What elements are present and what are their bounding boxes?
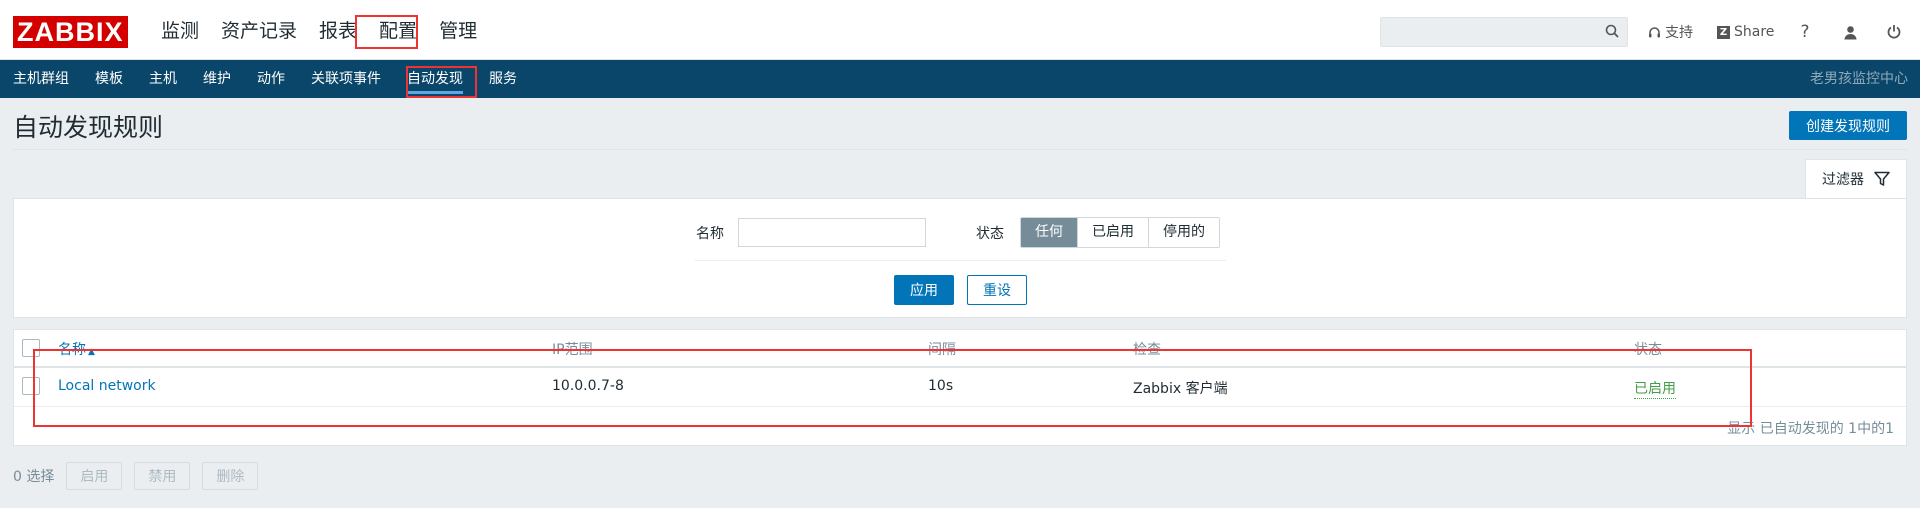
delete-selected-button[interactable]: 删除 — [202, 462, 259, 490]
submenu-hosts[interactable]: 主机 — [136, 60, 190, 98]
row-checkbox[interactable] — [22, 377, 40, 395]
support-label: 支持 — [1665, 25, 1693, 41]
help-icon[interactable]: ? — [1793, 20, 1817, 44]
rule-status-toggle[interactable]: 已启用 — [1634, 378, 1676, 399]
column-header-interval: 间隔 — [928, 342, 956, 358]
create-discovery-rule-button[interactable]: 创建发现规则 — [1789, 111, 1907, 140]
rule-ip-range: 10.0.0.7-8 — [552, 378, 624, 394]
filter-tab-label: 过滤器 — [1822, 172, 1864, 188]
select-all-checkbox[interactable] — [22, 339, 40, 357]
sub-navigation: 主机群组 模板 主机 维护 动作 关联项事件 自动发现 服务 老男孩监控中心 — [0, 60, 1920, 98]
column-header-status: 状态 — [1634, 342, 1662, 358]
zabbix-logo[interactable]: ZABBIX — [13, 16, 128, 48]
submenu-maintenance[interactable]: 维护 — [190, 60, 244, 98]
power-icon[interactable] — [1882, 20, 1906, 44]
column-header-checks: 检查 — [1133, 342, 1161, 358]
mass-actions-bar: 0 选择 启用 禁用 删除 — [13, 462, 259, 490]
column-header-ip-range: IP范围 — [552, 342, 593, 358]
submenu-services[interactable]: 服务 — [476, 60, 530, 98]
share-link[interactable]: Z Share — [1717, 17, 1774, 47]
paging-info: 显示 已自动发现的 1中的1 — [1727, 421, 1894, 437]
rule-interval: 10s — [928, 378, 954, 394]
menu-configuration[interactable]: 配置 — [368, 0, 428, 60]
share-label: Share — [1734, 24, 1775, 40]
search-input[interactable] — [1381, 18, 1627, 46]
column-header-name[interactable]: 名称 ▲ — [58, 339, 95, 359]
reset-button[interactable]: 重设 — [967, 275, 1027, 305]
share-icon: Z — [1717, 25, 1730, 39]
search-icon[interactable] — [1605, 24, 1619, 38]
filter-icon — [1874, 171, 1890, 186]
menu-reports[interactable]: 报表 — [308, 0, 368, 60]
selected-count: 0 选择 — [13, 469, 55, 485]
discovery-rules-table: 名称 ▲ IP范围 间隔 检查 状态 Local network 10.0.0.7… — [13, 329, 1907, 446]
header-divider — [13, 149, 1907, 150]
submenu-correlation[interactable]: 关联项事件 — [298, 60, 394, 98]
rule-checks: Zabbix 客户端 — [1133, 381, 1228, 397]
filter-panel: 名称 状态 任何 已启用 停用的 应用 重设 — [13, 198, 1907, 318]
filter-status-label: 状态 — [976, 226, 1004, 242]
status-option-disabled[interactable]: 停用的 — [1149, 218, 1219, 247]
menu-inventory[interactable]: 资产记录 — [210, 0, 308, 60]
filter-tab[interactable]: 过滤器 — [1805, 159, 1907, 198]
submenu-templates[interactable]: 模板 — [82, 60, 136, 98]
support-link[interactable]: 支持 — [1648, 17, 1693, 47]
page-title: 自动发现规则 — [13, 113, 164, 142]
top-bar: ZABBIX 监测 资产记录 报表 配置 管理 支持 Z Share ? — [0, 0, 1920, 60]
submenu-actions[interactable]: 动作 — [244, 60, 298, 98]
sort-asc-icon: ▲ — [88, 347, 95, 357]
headset-icon — [1649, 26, 1660, 37]
status-option-any[interactable]: 任何 — [1021, 218, 1078, 247]
filter-name-label: 名称 — [696, 226, 724, 242]
menu-monitoring[interactable]: 监测 — [150, 0, 210, 60]
submenu-host-groups[interactable]: 主机群组 — [0, 60, 82, 98]
apply-button[interactable]: 应用 — [894, 275, 954, 305]
filter-separator — [695, 260, 1226, 261]
user-profile-icon[interactable] — [1838, 20, 1862, 44]
status-segmented-control: 任何 已启用 停用的 — [1020, 217, 1220, 248]
enable-selected-button[interactable]: 启用 — [66, 462, 123, 490]
menu-administration[interactable]: 管理 — [428, 0, 488, 60]
row-divider — [14, 406, 1906, 407]
filter-name-input[interactable] — [738, 218, 926, 247]
status-option-enabled[interactable]: 已启用 — [1078, 218, 1149, 247]
rule-name-link[interactable]: Local network — [58, 378, 156, 394]
main-menu: 监测 资产记录 报表 配置 管理 — [150, 0, 488, 60]
server-name: 老男孩监控中心 — [1810, 71, 1908, 87]
disable-selected-button[interactable]: 禁用 — [134, 462, 191, 490]
submenu-discovery[interactable]: 自动发现 — [394, 60, 476, 98]
global-search[interactable] — [1380, 17, 1628, 47]
table-header-border — [14, 366, 1906, 368]
